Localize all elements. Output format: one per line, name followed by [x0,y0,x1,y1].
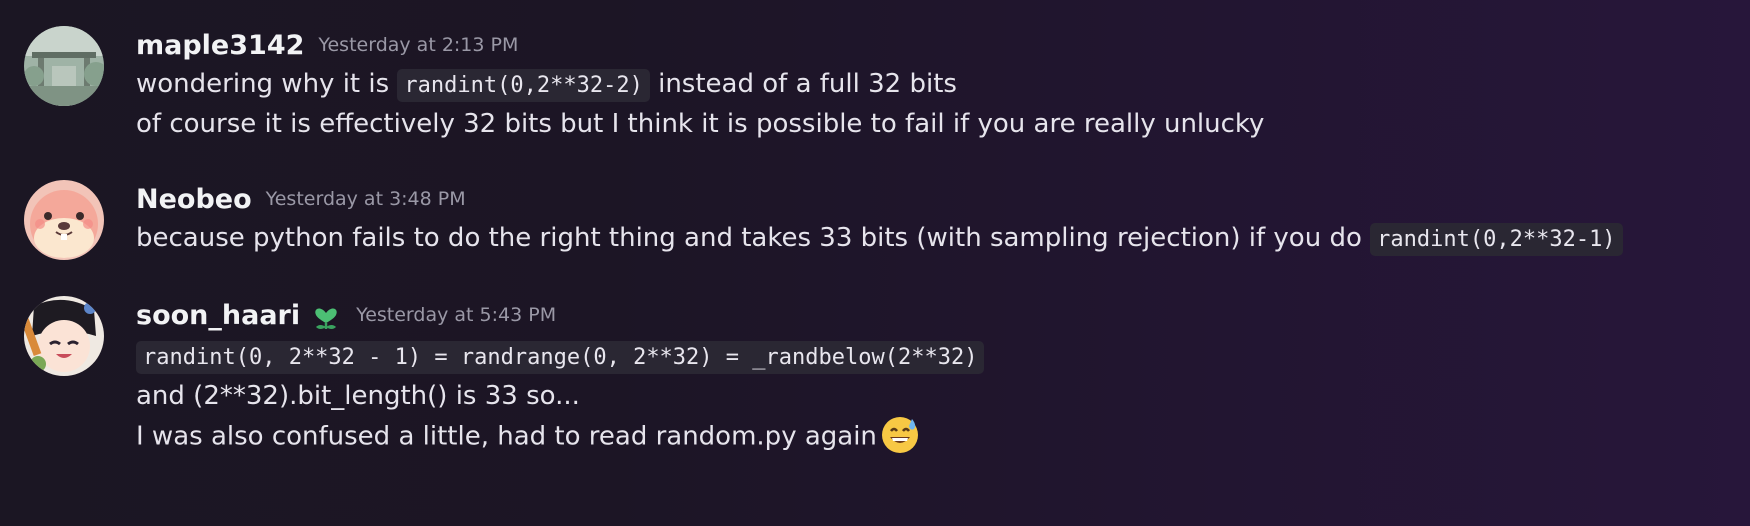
timestamp[interactable]: Yesterday at 2:13 PM [318,34,518,56]
inline-code: randint(0,2**32-2) [397,69,650,102]
message-line: randint(0, 2**32 - 1) = randrange(0, 2**… [136,336,1750,376]
username[interactable]: Neobeo [136,184,252,215]
message-line: I was also confused a little, had to rea… [136,416,1750,456]
username[interactable]: maple3142 [136,30,304,61]
username[interactable]: soon_haari [136,300,300,331]
message-soon-haari: soon_haari Yesterday at 5:43 PM randint(… [0,294,1750,464]
avatar-maple3142[interactable] [24,26,104,106]
message-text: I was also confused a little, had to rea… [136,421,877,452]
message-line: wondering why it is randint(0,2**32-2) i… [136,64,1750,104]
avatar-neobeo[interactable] [24,180,104,260]
inline-code: randint(0, 2**32 - 1) = randrange(0, 2**… [136,341,985,374]
message-text: wondering why it is [136,69,398,99]
avatar-image-icon [24,180,104,260]
message-line: of course it is effectively 32 bits but … [136,109,1265,139]
inline-code: randint(0,2**32-1) [1370,223,1623,256]
message-text: because python fails to do the right thi… [136,223,1371,253]
avatar-soon-haari[interactable] [24,296,104,376]
avatar-image-icon [24,296,104,376]
timestamp[interactable]: Yesterday at 5:43 PM [356,304,556,326]
message-text: instead of a full 32 bits [649,69,957,99]
sweat-smile-emoji-icon [879,413,921,455]
message-maple3142: maple3142 Yesterday at 2:13 PM wondering… [0,22,1750,142]
message-line: and (2**32).bit_length() is 33 so... [136,381,580,411]
message-neobeo: Neobeo Yesterday at 3:48 PM because pyth… [0,178,1750,268]
timestamp[interactable]: Yesterday at 3:48 PM [266,188,466,210]
green-heart-flower-badge-icon[interactable] [310,299,342,331]
message-line: because python fails to do the right thi… [136,218,1750,258]
avatar-image-icon [24,26,104,106]
